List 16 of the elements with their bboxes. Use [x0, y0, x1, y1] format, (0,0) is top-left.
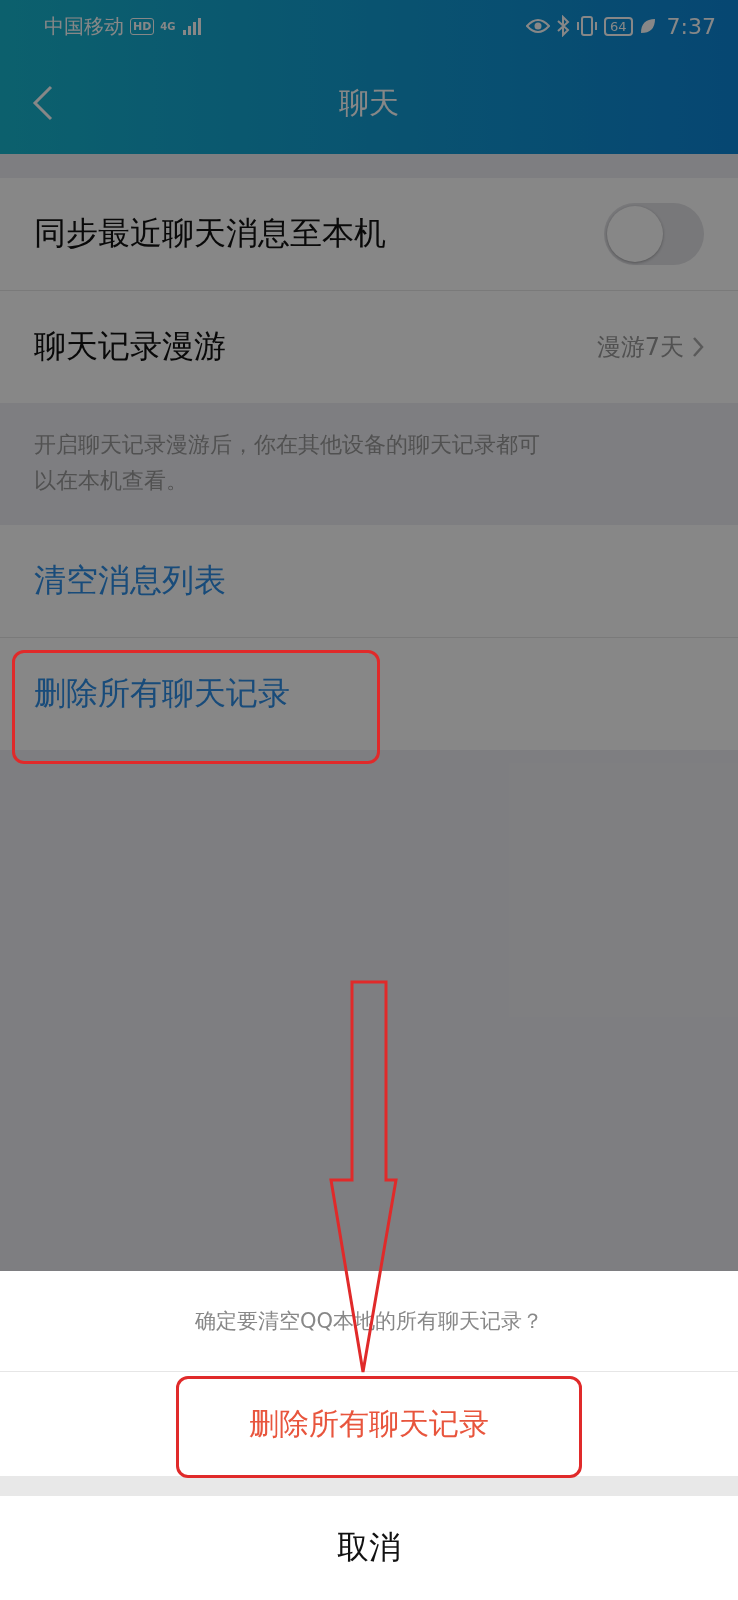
network-type: 4G [160, 20, 176, 32]
leaf-icon [638, 17, 657, 35]
eye-icon [526, 18, 551, 34]
bluetooth-icon [556, 15, 571, 37]
vibrate-icon [576, 15, 599, 37]
setting-label: 同步最近聊天消息至本机 [34, 213, 387, 254]
back-icon[interactable] [32, 85, 54, 121]
chevron-icon [692, 336, 704, 358]
hd-badge: HD [130, 17, 155, 35]
settings-row[interactable]: 同步最近聊天消息至本机 [0, 178, 738, 291]
carrier-name: 中国移动 [44, 12, 124, 40]
battery-level: 64 [604, 16, 633, 36]
signal-icon [181, 17, 204, 35]
screen-title: 聊天 [339, 83, 399, 122]
setting-label: 聊天记录漫游 [34, 326, 227, 367]
clock-time: 7:37 [666, 13, 716, 39]
